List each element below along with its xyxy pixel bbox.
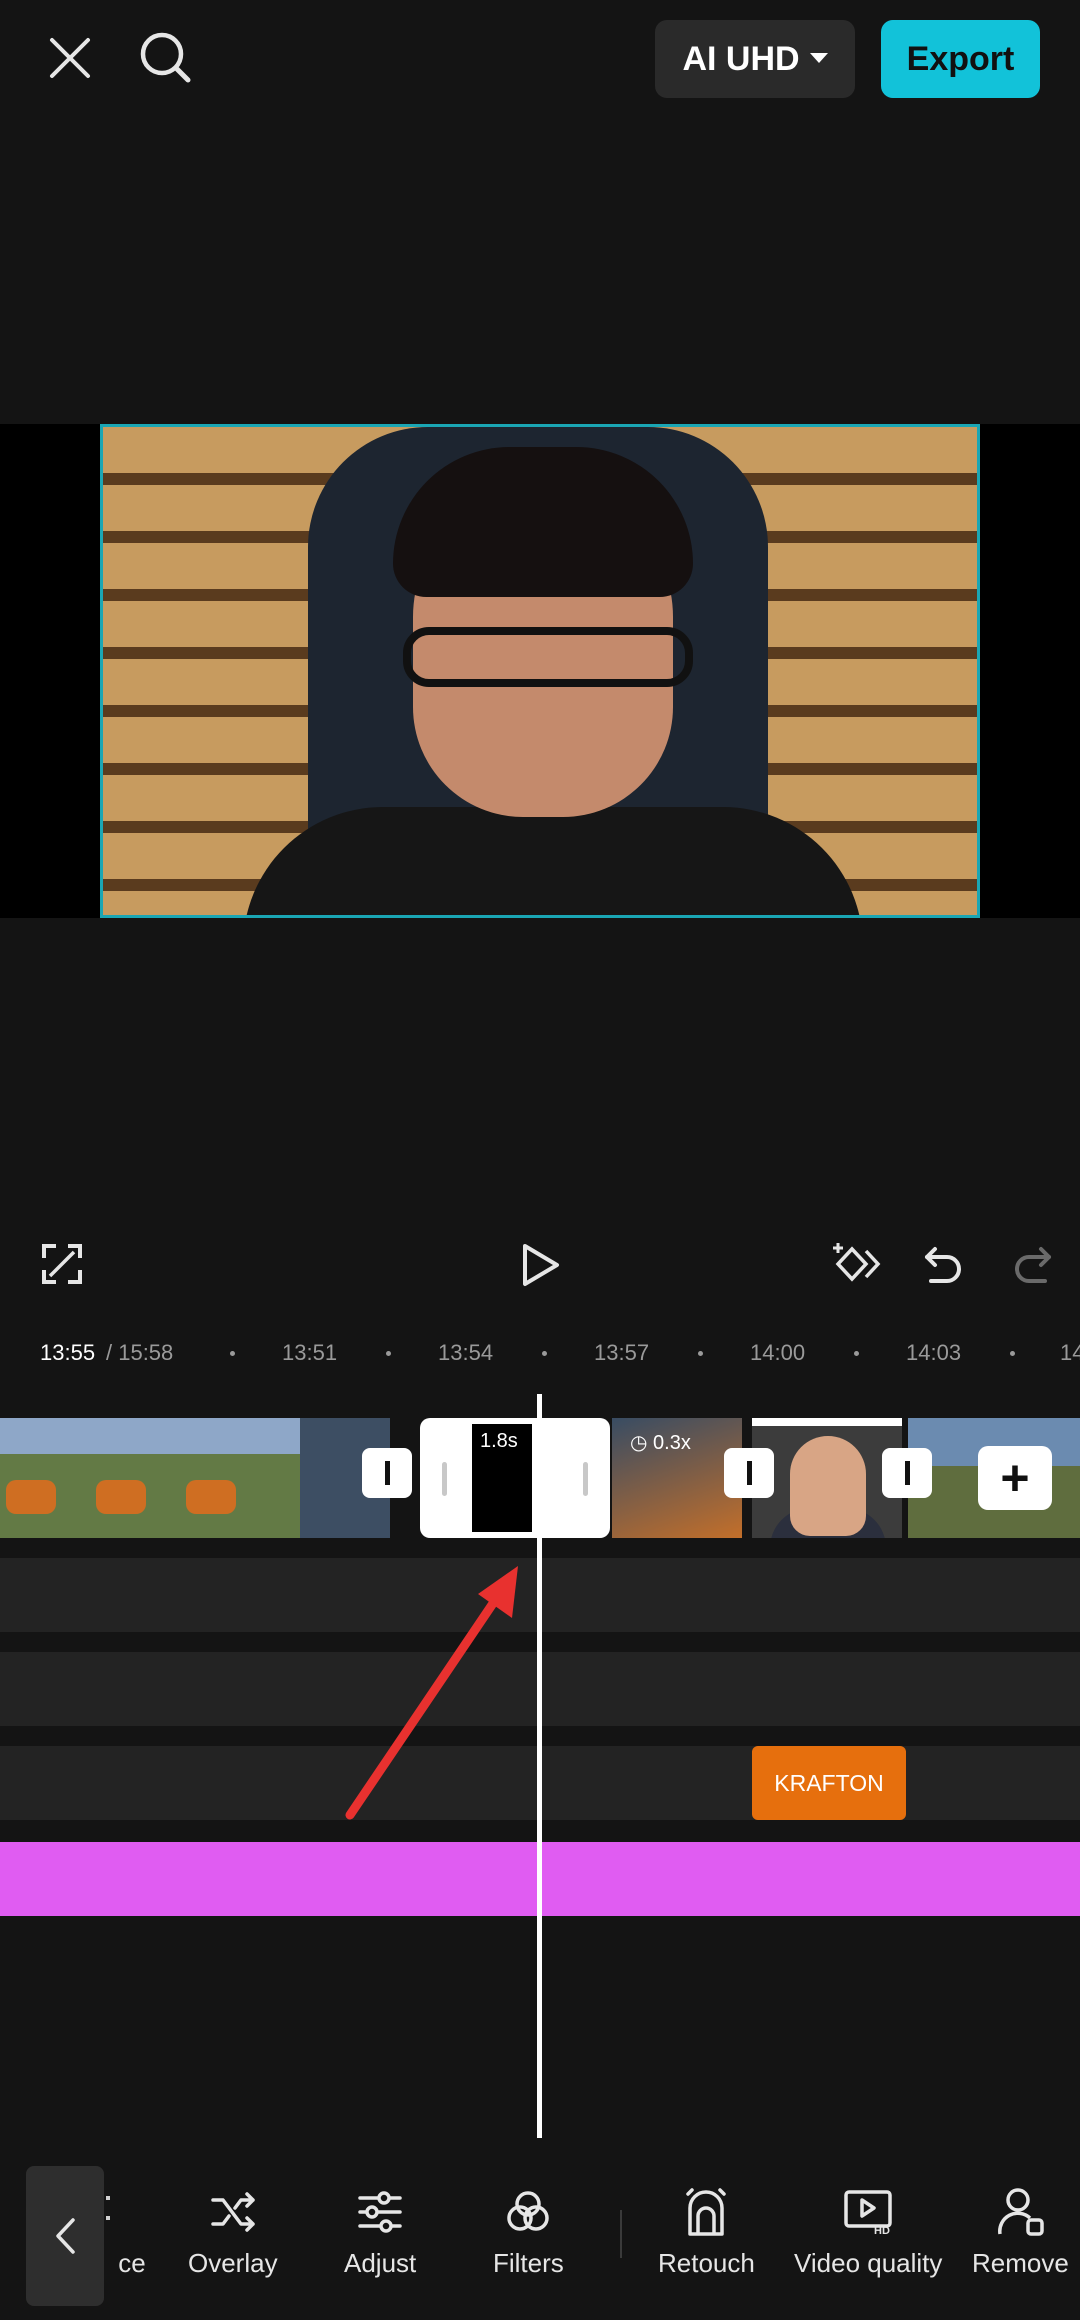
tool-label: Overlay xyxy=(188,2248,278,2278)
chevron-left-icon xyxy=(56,2218,75,2254)
redo-icon[interactable] xyxy=(1004,1236,1062,1294)
play-icon[interactable] xyxy=(510,1234,572,1296)
add-clip-button[interactable]: + xyxy=(978,1446,1052,1510)
svg-text:HD: HD xyxy=(874,2225,890,2237)
balance-icon xyxy=(106,2196,110,2220)
toolbar-divider xyxy=(620,2210,622,2258)
retouch-icon xyxy=(686,2188,727,2236)
undo-icon[interactable] xyxy=(914,1236,972,1294)
time-ruler[interactable]: 13:55 / 15:58 13:51 13:54 13:57 14:00 14… xyxy=(0,1330,1080,1374)
tool-adjust[interactable]: Adjust xyxy=(344,2186,416,2279)
transition-button[interactable] xyxy=(362,1448,412,1498)
tool-label: ce xyxy=(118,2248,146,2278)
export-button[interactable]: Export xyxy=(881,20,1040,98)
caret-down-icon xyxy=(809,53,828,63)
tool-label: Remove xyxy=(972,2248,1069,2278)
adjust-icon xyxy=(358,2191,402,2233)
tick-label: 13:57 xyxy=(594,1340,650,1365)
tick-label: 13:51 xyxy=(282,1340,338,1365)
playhead[interactable] xyxy=(537,1394,542,2138)
search-icon[interactable] xyxy=(132,24,200,92)
speed-badge: ◷ 0.3x xyxy=(630,1432,691,1454)
tool-filters[interactable]: Filters xyxy=(493,2186,564,2279)
video-clip[interactable]: ◷ 0.3x xyxy=(612,1418,742,1538)
top-bar: AI UHD Export xyxy=(0,0,1080,120)
total-duration: / 15:58 xyxy=(106,1340,174,1365)
tick-label: 13:54 xyxy=(438,1340,494,1365)
tool-label: Retouch xyxy=(658,2248,755,2278)
clip-duration-label: 1.8s xyxy=(480,1430,518,1452)
tool-video-quality[interactable]: HD Video quality xyxy=(794,2186,942,2279)
selected-transition-clip[interactable]: 1.8s xyxy=(420,1418,610,1538)
video-clip[interactable] xyxy=(752,1418,902,1538)
tool-partial[interactable]: ce xyxy=(106,2186,158,2279)
remove-background-icon xyxy=(998,2188,1045,2236)
tool-label: Adjust xyxy=(344,2248,417,2278)
tick-label: 14:00 xyxy=(750,1340,806,1365)
tool-remove[interactable]: Remove xyxy=(972,2186,1069,2279)
transition-button[interactable] xyxy=(724,1448,774,1498)
quality-selector-button[interactable]: AI UHD xyxy=(655,20,855,98)
tick-label: 14 xyxy=(1060,1340,1080,1365)
overlay-icon xyxy=(211,2192,255,2232)
close-icon[interactable] xyxy=(36,24,104,92)
filters-icon xyxy=(507,2191,550,2231)
back-button[interactable] xyxy=(26,2166,104,2306)
transition-button[interactable] xyxy=(882,1448,932,1498)
quality-label: AI UHD xyxy=(682,39,800,78)
annotation-arrow xyxy=(345,1566,518,1820)
video-clip[interactable] xyxy=(0,1418,390,1538)
keyframe-icon[interactable] xyxy=(830,1234,890,1294)
tool-retouch[interactable]: Retouch xyxy=(658,2186,755,2279)
tick-label: 14:03 xyxy=(906,1340,962,1365)
video-quality-icon: HD xyxy=(844,2190,892,2237)
sticker-clip[interactable]: KRAFTON xyxy=(752,1746,906,1820)
current-time: 13:55 xyxy=(40,1340,96,1365)
tool-label: Video quality xyxy=(794,2248,943,2278)
tool-overlay[interactable]: Overlay xyxy=(188,2186,278,2279)
fullscreen-icon[interactable] xyxy=(34,1236,90,1292)
tool-label: Filters xyxy=(493,2248,564,2278)
video-preview[interactable] xyxy=(100,424,980,918)
